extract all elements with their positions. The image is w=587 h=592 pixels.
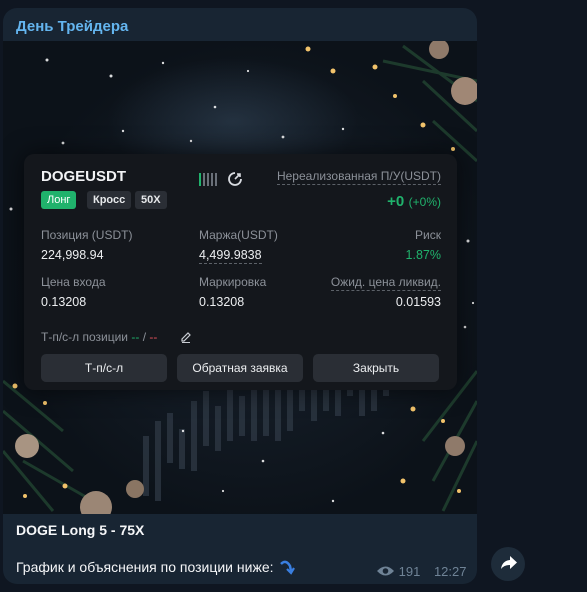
position-size-label: Позиция (USDT) <box>41 228 133 242</box>
caption-text: График и объяснения по позиции ниже: <box>16 559 274 575</box>
caption-text-row: График и объяснения по позиции ниже: <box>16 559 297 575</box>
position-size-value: 224,998.94 <box>41 248 104 262</box>
symbol-label: DOGEUSDT <box>41 168 127 185</box>
unrealized-pnl-percent: (+0%) <box>408 195 441 209</box>
channel-name[interactable]: День Трейдера <box>16 18 128 35</box>
share-position-icon[interactable] <box>227 171 243 187</box>
tpsl-label: Т-п/с-л позиции <box>41 330 129 344</box>
share-arrow-icon <box>501 556 517 569</box>
sl-value: -- <box>149 330 158 344</box>
tp-value: -- <box>131 330 140 344</box>
tpsl-separator: / <box>142 330 147 344</box>
liquidation-price-value: 0.01593 <box>395 295 441 309</box>
margin-value[interactable]: 4,499.9838 <box>199 248 262 264</box>
tpsl-row: Т-п/с-л позиции -- / -- <box>41 330 157 344</box>
mark-price-value: 0.13208 <box>199 295 245 309</box>
message-meta: 191 12:27 <box>376 564 467 579</box>
unrealized-pnl: +0 (+0%) <box>387 193 441 211</box>
unrealized-pnl-label: Нереализованная П/У(USDT) <box>276 169 441 185</box>
tpsl-button[interactable]: Т-п/с-л <box>41 354 167 382</box>
unrealized-pnl-value: +0 <box>387 193 405 210</box>
chart-bars-icon[interactable] <box>199 173 217 186</box>
message-time: 12:27 <box>433 564 467 579</box>
message-photo[interactable]: DOGEUSDT Нереализованная П/У(USDT) +0 (+… <box>3 41 477 514</box>
eye-icon <box>377 566 394 576</box>
reverse-order-button[interactable]: Обратная заявка <box>177 354 303 382</box>
message-bubble: День Трейдера DOGEUSDT Нереализованная П… <box>3 8 477 584</box>
arrow-down-right-icon <box>280 560 296 575</box>
leverage-tag: 50X <box>135 191 167 209</box>
direction-tag: Лонг <box>41 191 77 209</box>
risk-value: 1.87% <box>405 248 441 262</box>
close-position-button[interactable]: Закрыть <box>313 354 439 382</box>
caption-title: DOGE Long 5 - 75X <box>16 522 145 538</box>
mark-price-label: Маркировка <box>199 275 267 289</box>
entry-price-label: Цена входа <box>41 275 106 289</box>
liquidation-price-label: Ожид. цена ликвид. <box>330 275 441 291</box>
margin-label: Маржа(USDT) <box>199 228 278 242</box>
position-card: DOGEUSDT Нереализованная П/У(USDT) +0 (+… <box>24 154 457 390</box>
entry-price-value: 0.13208 <box>41 295 87 309</box>
margin-mode-tag: Кросс <box>87 191 132 209</box>
share-button[interactable] <box>491 547 525 581</box>
views-count: 191 <box>398 564 421 579</box>
risk-label: Риск <box>415 228 441 242</box>
